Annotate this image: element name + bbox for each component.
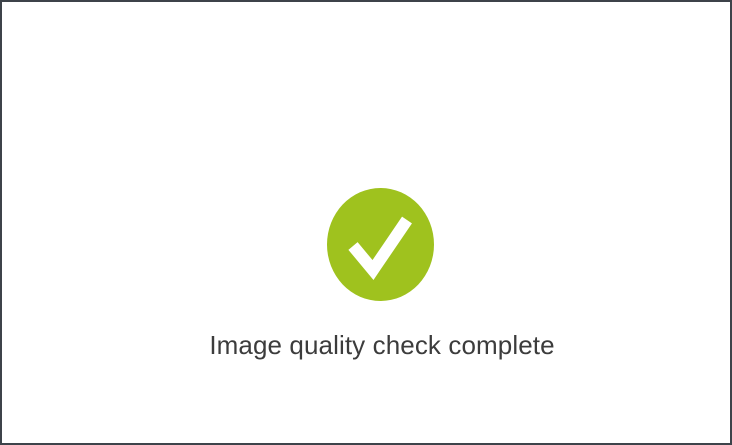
checkmark-icon: [348, 216, 412, 280]
dialog-frame: Image quality check complete: [0, 0, 732, 445]
success-badge: [327, 188, 434, 301]
status-panel: Image quality check complete: [2, 2, 730, 443]
status-message: Image quality check complete: [209, 330, 555, 360]
